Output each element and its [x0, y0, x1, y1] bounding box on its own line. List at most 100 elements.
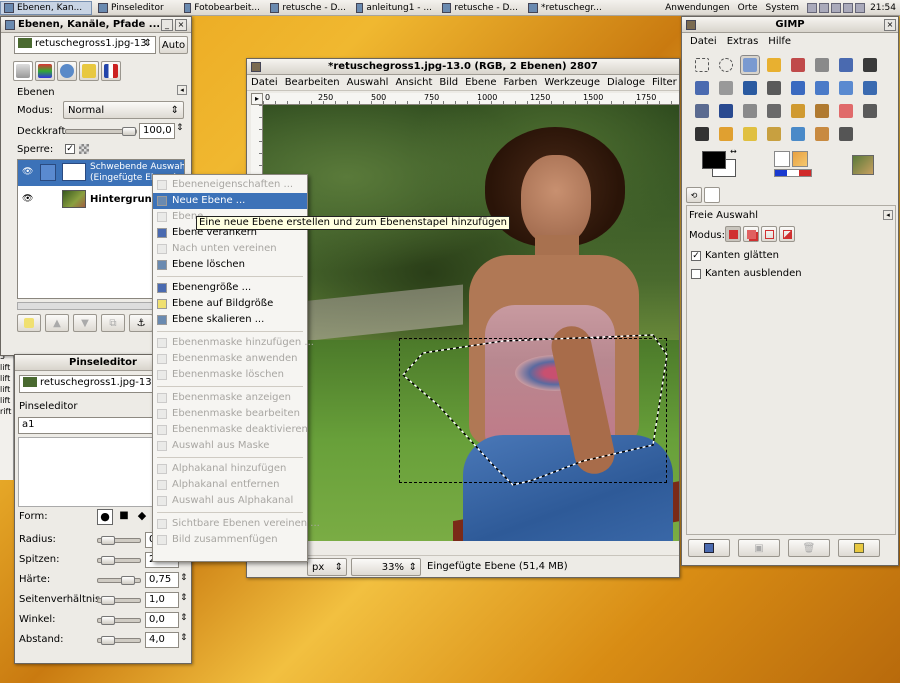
image-canvas[interactable]: [263, 105, 679, 541]
shape-diamond-button[interactable]: ◆: [134, 509, 150, 525]
spinner-icon[interactable]: ⇕: [176, 123, 184, 133]
panel-menu-icon[interactable]: ◂: [177, 85, 187, 95]
tab-layers[interactable]: [13, 61, 33, 81]
gradient-preview-icon[interactable]: [774, 169, 812, 177]
brush-param-slider[interactable]: [97, 556, 141, 565]
image-select[interactable]: retuschegross1.jpg-13 ⇕: [14, 36, 156, 54]
image-menu-item[interactable]: Bild: [439, 77, 458, 88]
tool-button[interactable]: [740, 101, 760, 121]
slider-knob[interactable]: [101, 536, 115, 545]
tab-brushes[interactable]: [704, 187, 720, 203]
mode-add-button[interactable]: [743, 226, 759, 242]
toolbox-menu-item[interactable]: Hilfe: [768, 36, 791, 47]
tray-icon-2[interactable]: [819, 2, 830, 13]
opacity-slider[interactable]: [65, 127, 137, 136]
brush-param-field[interactable]: 0,0: [145, 612, 179, 628]
fg-bg-colors[interactable]: ↔: [700, 147, 740, 181]
tool-button[interactable]: [788, 78, 808, 98]
tool-button[interactable]: [716, 101, 736, 121]
taskbar-button[interactable]: *retuschegr...: [524, 1, 608, 15]
slider-knob[interactable]: [101, 596, 115, 605]
tool-button[interactable]: [764, 55, 784, 75]
taskbar-button[interactable]: Fotobearbeit...: [180, 1, 264, 15]
toolbox-titlebar[interactable]: GIMP ×: [682, 17, 898, 33]
context-menu-item[interactable]: Ebenengröße ...: [153, 280, 307, 296]
tray-icon-4[interactable]: [843, 2, 854, 13]
eye-icon[interactable]: 👁: [22, 194, 33, 204]
tab-colormap[interactable]: [101, 61, 121, 81]
brush-param-slider[interactable]: [97, 536, 141, 545]
opacity-field[interactable]: 100,0: [139, 123, 175, 139]
new-layer-button[interactable]: [17, 314, 41, 332]
image-menu-item[interactable]: Datei: [251, 77, 278, 88]
brush-preview-icon[interactable]: [774, 151, 790, 167]
tray-icon-3[interactable]: [831, 2, 842, 13]
eye-icon[interactable]: 👁: [22, 167, 33, 177]
menu-anwendungen[interactable]: Anwendungen: [665, 3, 730, 13]
tool-button[interactable]: [836, 78, 856, 98]
brush-pattern-gradient[interactable]: [774, 151, 814, 181]
tool-button[interactable]: [692, 101, 712, 121]
brush-param-slider[interactable]: [97, 636, 141, 645]
mode-select[interactable]: Normal ⇕: [63, 101, 184, 119]
minimize-icon[interactable]: _: [161, 18, 173, 31]
brush-image-select[interactable]: retuschegross1.jpg-13: [19, 375, 157, 393]
active-image-icon[interactable]: [852, 155, 874, 175]
shape-circle-button[interactable]: ●: [97, 509, 113, 525]
tool-button[interactable]: [812, 55, 832, 75]
menu-system[interactable]: System: [766, 3, 800, 13]
zoom-select[interactable]: 33% ⇕: [351, 558, 421, 576]
tab-undo[interactable]: [79, 61, 99, 81]
tool-button[interactable]: [764, 78, 784, 98]
image-menu-item[interactable]: Ebene: [465, 77, 496, 88]
tool-button[interactable]: [692, 55, 712, 75]
taskbar-button[interactable]: retusche - D...: [266, 1, 350, 15]
duplicate-layer-button[interactable]: ⧉: [101, 314, 125, 332]
auto-button[interactable]: Auto: [159, 36, 188, 54]
brush-param-slider[interactable]: [97, 596, 141, 605]
save-options-button[interactable]: [688, 539, 730, 557]
horizontal-ruler[interactable]: 025050075010001250150017502000: [263, 93, 679, 105]
tool-button[interactable]: [692, 78, 712, 98]
spinner-icon[interactable]: ⇕: [180, 573, 188, 583]
context-menu-item[interactable]: Ebene löschen: [153, 257, 307, 273]
tool-button[interactable]: [836, 124, 856, 144]
raise-layer-button[interactable]: ▲: [45, 314, 69, 332]
slider-knob[interactable]: [101, 556, 115, 565]
image-menu-item[interactable]: Farben: [503, 77, 537, 88]
antialias-checkbox[interactable]: ✓: [691, 251, 701, 261]
tray-icon-5[interactable]: [855, 2, 866, 13]
image-window-titlebar[interactable]: *retuschegross1.jpg-13.0 (RGB, 2 Ebenen)…: [247, 59, 679, 75]
pattern-preview-icon[interactable]: [792, 151, 808, 167]
tray-icon-1[interactable]: [807, 2, 818, 13]
panel-menu-icon[interactable]: ◂: [883, 210, 893, 220]
spinner-icon[interactable]: ⇕: [180, 633, 188, 643]
taskbar-button[interactable]: Pinseleditor: [94, 1, 178, 15]
toolbox-menu-item[interactable]: Extras: [727, 36, 759, 47]
tab-tool-options[interactable]: ⟲: [686, 187, 702, 203]
tool-button[interactable]: [692, 124, 712, 144]
tool-button[interactable]: [740, 78, 760, 98]
image-menu-item[interactable]: Werkzeuge: [544, 77, 600, 88]
foreground-color[interactable]: [702, 151, 726, 169]
brush-param-field[interactable]: 1,0: [145, 592, 179, 608]
tool-button[interactable]: [764, 124, 784, 144]
brush-param-slider[interactable]: [97, 616, 141, 625]
panel-clock[interactable]: 21:54: [870, 3, 896, 13]
tool-button[interactable]: [716, 124, 736, 144]
chain-icon[interactable]: [40, 164, 56, 181]
tool-button[interactable]: [740, 124, 760, 144]
opacity-slider-knob[interactable]: [122, 127, 136, 136]
spinner-icon[interactable]: ⇕: [180, 593, 188, 603]
reset-options-button[interactable]: [838, 539, 880, 557]
toolbox-menu-item[interactable]: Datei: [690, 36, 717, 47]
close-icon[interactable]: ×: [884, 18, 896, 31]
image-menu-item[interactable]: Filter: [652, 77, 677, 88]
tab-paths[interactable]: [57, 61, 77, 81]
lock-pixels-checkbox[interactable]: ✓: [65, 144, 75, 154]
mode-subtract-button[interactable]: [761, 226, 777, 242]
delete-options-button[interactable]: 🗑: [788, 539, 830, 557]
restore-options-button[interactable]: ▣: [738, 539, 780, 557]
layers-dialog-titlebar[interactable]: Ebenen, Kanäle, Pfade ... _ ×: [1, 17, 191, 33]
slider-knob[interactable]: [121, 576, 135, 585]
